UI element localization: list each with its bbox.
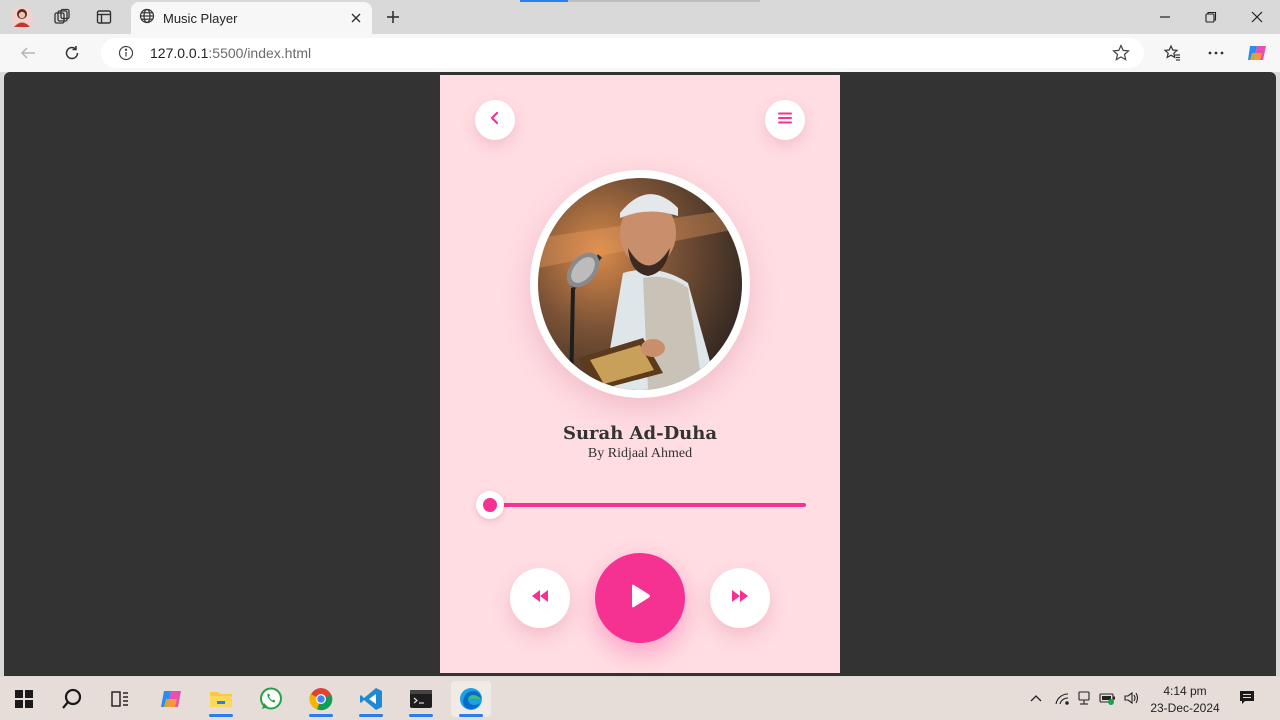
task-view-icon[interactable] [100,681,140,717]
page-viewport: Surah Ad-Duha By Ridjaal Ahmed [4,72,1276,676]
new-tab-icon[interactable] [380,5,406,29]
fast-forward-icon [730,589,750,608]
close-tab-icon[interactable] [344,6,368,30]
url-text: 127.0.0.1:5500/index.html [150,45,311,61]
progress-thumb[interactable] [476,491,504,519]
clock-time: 4:14 pm [1163,684,1207,698]
song-artist: By Ridjaal Ahmed [587,446,693,461]
running-indicator [309,714,333,717]
album-art-frame [530,170,750,398]
running-indicator [409,714,433,717]
minimize-icon[interactable] [1145,4,1185,30]
close-window-icon[interactable] [1237,4,1277,30]
url-path: :5500/index.html [208,45,312,61]
terminal-icon[interactable] [401,681,441,717]
rewind-icon [530,589,550,608]
wifi-icon[interactable] [1053,689,1071,707]
site-info-icon[interactable] [111,45,141,61]
play-button[interactable] [595,553,685,643]
whatsapp-icon[interactable] [251,681,291,717]
windows-taskbar: 4:14 pm 23-Dec-2024 [0,677,1280,720]
refresh-icon[interactable] [58,40,86,66]
globe-icon [139,8,155,29]
active-tab[interactable]: Music Player [131,2,372,34]
running-indicator [359,714,383,717]
file-explorer-icon[interactable] [201,681,241,717]
chevron-up-icon[interactable] [1027,689,1045,707]
start-icon[interactable] [4,681,44,717]
vertical-tabs-icon[interactable] [91,5,117,29]
workspaces-icon[interactable] [49,5,75,29]
edge-icon[interactable] [451,681,491,717]
browser-toolbar: 127.0.0.1:5500/index.html [0,34,1280,72]
clock-date: 23-Dec-2024 [1150,701,1220,715]
song-title: Surah Ad-Duha [562,423,718,444]
chrome-icon[interactable] [301,681,341,717]
system-clock[interactable]: 4:14 pm 23-Dec-2024 [1140,683,1230,717]
previous-button[interactable] [510,568,570,628]
album-art-image [538,178,742,390]
notifications-icon[interactable] [1238,689,1256,707]
copilot-icon[interactable] [1243,40,1271,66]
profile-avatar[interactable] [9,5,35,29]
more-options-icon[interactable] [1202,40,1230,66]
progress-bar[interactable] [490,503,806,507]
music-player-card: Surah Ad-Duha By Ridjaal Ahmed [440,75,840,673]
copilot-taskbar-icon[interactable] [151,681,191,717]
address-bar[interactable]: 127.0.0.1:5500/index.html [101,38,1144,68]
play-icon [629,584,651,613]
chevron-left-icon [489,111,501,130]
back-icon[interactable] [14,40,42,66]
restore-icon[interactable] [1191,4,1231,30]
url-host: 127.0.0.1 [150,45,209,61]
next-button[interactable] [710,568,770,628]
running-indicator [209,714,233,717]
search-icon[interactable] [52,681,92,717]
back-button[interactable] [475,100,515,140]
tab-title: Music Player [163,10,238,26]
loading-bar [520,0,760,2]
battery-icon[interactable] [1099,689,1117,707]
favorite-star-icon[interactable] [1112,44,1130,67]
tab-strip: Music Player [0,0,1280,34]
volume-icon[interactable] [1123,689,1141,707]
running-indicator [459,714,483,717]
menu-button[interactable] [765,100,805,140]
vscode-icon[interactable] [351,681,391,717]
hamburger-menu-icon [778,111,792,129]
favorites-icon[interactable] [1158,40,1186,66]
network-icon[interactable] [1075,689,1093,707]
